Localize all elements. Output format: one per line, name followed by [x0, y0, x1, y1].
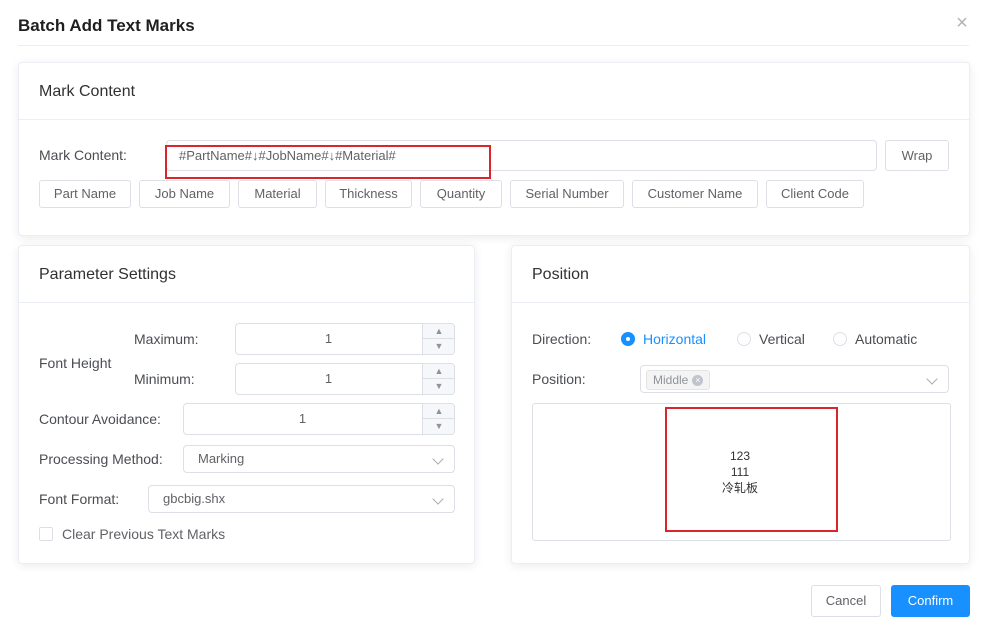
radio-horizontal[interactable]: Horizontal	[621, 331, 706, 347]
batch-add-text-marks-dialog: Batch Add Text Marks × Mark Content Mark…	[0, 0, 996, 634]
font-format-label: Font Format:	[39, 491, 120, 507]
preview-line-3: 冷轧板	[721, 481, 758, 495]
chevron-down-icon	[432, 493, 444, 505]
processing-method-select[interactable]: Marking	[183, 445, 455, 473]
tag-button-client-code[interactable]: Client Code	[766, 180, 864, 208]
preview-line-2: 111	[730, 465, 750, 479]
parameter-settings-heading: Parameter Settings	[19, 246, 474, 303]
minimum-label: Minimum:	[134, 371, 195, 387]
chevron-down-icon	[432, 453, 444, 465]
minimum-stepper-controls: ▲ ▼	[422, 364, 455, 394]
direction-label: Direction:	[532, 331, 592, 347]
font-format-value: gbcbig.shx	[163, 491, 226, 506]
radio-automatic[interactable]: Automatic	[833, 331, 917, 347]
position-label: Position:	[532, 371, 586, 387]
font-format-select[interactable]: gbcbig.shx	[148, 485, 455, 513]
minimum-stepper[interactable]: 1 ▲ ▼	[235, 363, 455, 395]
chevron-down-icon	[926, 373, 938, 385]
radio-horizontal-label: Horizontal	[643, 331, 707, 347]
tag-close-icon[interactable]: ×	[692, 374, 704, 386]
tag-button-serial-number[interactable]: Serial Number	[510, 180, 624, 208]
tag-button-job-name[interactable]: Job Name	[139, 180, 230, 208]
chevron-up-icon[interactable]: ▲	[423, 404, 455, 419]
chevron-down-icon[interactable]: ▼	[423, 339, 455, 354]
clear-previous-checkbox[interactable]	[39, 527, 53, 541]
clear-previous-label[interactable]: Clear Previous Text Marks	[62, 526, 225, 542]
close-icon[interactable]: ×	[953, 13, 971, 33]
maximum-stepper-controls: ▲ ▼	[422, 324, 455, 354]
dialog-title: Batch Add Text Marks	[18, 16, 195, 35]
contour-avoidance-label: Contour Avoidance:	[39, 411, 161, 427]
font-height-label: Font Height	[39, 355, 112, 371]
chevron-up-icon[interactable]: ▲	[423, 364, 455, 379]
radio-automatic-label: Automatic	[855, 331, 918, 347]
maximum-stepper[interactable]: 1 ▲ ▼	[235, 323, 455, 355]
preview-line-1: 123	[729, 449, 751, 463]
mark-content-label: Mark Content:	[39, 147, 127, 163]
radio-vertical[interactable]: Vertical	[737, 331, 805, 347]
contour-avoidance-stepper[interactable]: 1 ▲ ▼	[183, 403, 455, 435]
minimum-value: 1	[324, 371, 333, 386]
processing-method-label: Processing Method:	[39, 451, 163, 467]
maximum-label: Maximum:	[134, 331, 199, 347]
chevron-down-icon[interactable]: ▼	[423, 419, 455, 434]
maximum-value: 1	[324, 331, 333, 346]
wrap-button[interactable]: Wrap	[885, 140, 949, 171]
processing-method-value: Marking	[198, 451, 245, 466]
chevron-up-icon[interactable]: ▲	[423, 324, 455, 339]
contour-avoidance-stepper-controls: ▲ ▼	[422, 404, 455, 434]
position-heading: Position	[512, 246, 969, 303]
confirm-button[interactable]: Confirm	[891, 585, 970, 617]
mark-content-input[interactable]: #PartName#↓#JobName#↓#Material#	[166, 140, 877, 171]
tag-button-quantity[interactable]: Quantity	[420, 180, 502, 208]
tag-button-part-name[interactable]: Part Name	[39, 180, 131, 208]
position-tag: Middle ×	[646, 370, 711, 390]
radio-circle-automatic	[833, 332, 847, 346]
radio-vertical-label: Vertical	[759, 331, 805, 347]
tag-button-thickness[interactable]: Thickness	[325, 180, 412, 208]
radio-circle-horizontal	[621, 332, 635, 346]
tag-button-material[interactable]: Material	[238, 180, 317, 208]
radio-circle-vertical	[737, 332, 751, 346]
contour-avoidance-value: 1	[298, 411, 307, 426]
cancel-button[interactable]: Cancel	[811, 585, 881, 617]
title-divider	[18, 45, 969, 46]
position-tag-label: Middle	[653, 373, 689, 387]
tag-button-customer-name[interactable]: Customer Name	[632, 180, 758, 208]
chevron-down-icon[interactable]: ▼	[423, 379, 455, 394]
mark-content-value: #PartName#↓#JobName#↓#Material#	[179, 148, 396, 163]
mark-content-heading: Mark Content	[19, 63, 969, 120]
